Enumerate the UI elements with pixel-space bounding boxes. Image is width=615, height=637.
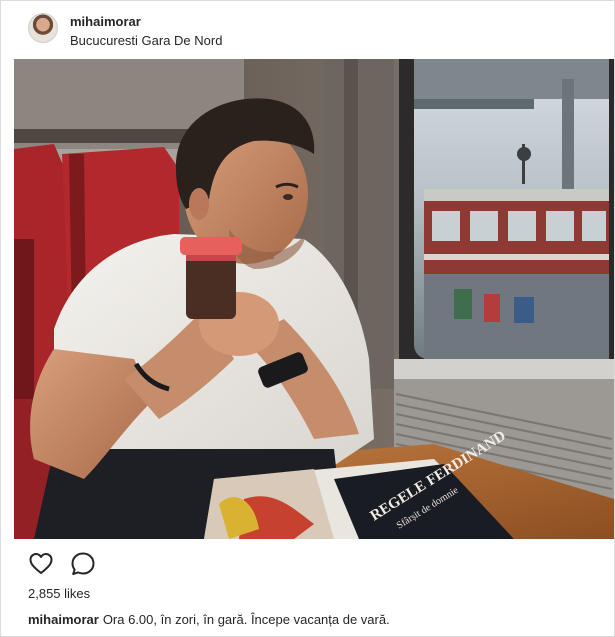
caption-username[interactable]: mihaimorar bbox=[28, 612, 99, 627]
post-username[interactable]: mihaimorar bbox=[70, 14, 141, 29]
avatar[interactable] bbox=[28, 13, 58, 43]
post-header: mihaimorar Bucucuresti Gara De Nord bbox=[1, 1, 614, 59]
post-photo[interactable]: REGELE FERDINAND Sfârșit de domnie bbox=[14, 59, 614, 539]
caption-text: Ora 6.00, în zori, în gară. Începe vacan… bbox=[102, 612, 390, 627]
instagram-post-card: mihaimorar Bucucuresti Gara De Nord REGE… bbox=[0, 0, 615, 637]
post-location[interactable]: Bucucuresti Gara De Nord bbox=[70, 33, 222, 48]
heart-outline-icon[interactable] bbox=[28, 551, 54, 577]
comment-bubble-icon[interactable] bbox=[70, 551, 96, 577]
likes-count[interactable]: 2,855 likes bbox=[28, 586, 90, 601]
post-caption: mihaimorar Ora 6.00, în zori, în gară. În… bbox=[28, 612, 390, 627]
